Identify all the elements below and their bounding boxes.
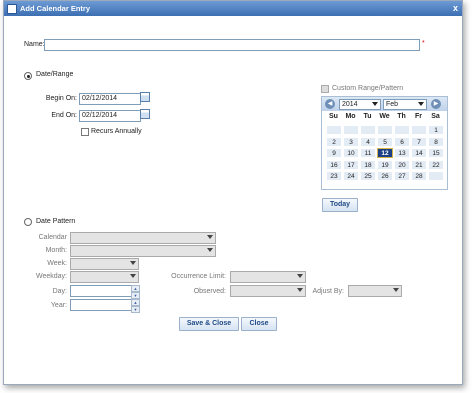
add-calendar-entry-dialog: Add Calendar Entry x Name: * Date/Range … bbox=[3, 0, 463, 385]
calendar-day[interactable]: 17 bbox=[343, 159, 359, 170]
close-icon[interactable]: x bbox=[453, 1, 458, 16]
observed-label: Observed: bbox=[193, 288, 226, 295]
date-range-radio[interactable] bbox=[24, 72, 32, 80]
calendar-day[interactable]: 8 bbox=[428, 136, 444, 147]
year-spinner[interactable]: ▲ ▼ bbox=[131, 299, 140, 313]
observed-select[interactable] bbox=[230, 285, 306, 297]
today-button[interactable]: Today bbox=[322, 198, 358, 212]
calendar-day[interactable]: 9 bbox=[326, 148, 342, 159]
date-picker-calendar: ◀ 2014 Feb ▶ Su Mo Tu We Th Fr Sa 1 2 3 4 5 6 7 8 9 10 1… bbox=[321, 96, 448, 190]
recurs-annually-checkbox[interactable] bbox=[81, 128, 89, 136]
calendar-day[interactable]: 18 bbox=[360, 159, 376, 170]
weekday-header: Th bbox=[397, 113, 406, 120]
calendar-day bbox=[343, 125, 359, 135]
year-label: Year: bbox=[50, 302, 67, 309]
end-on-input[interactable]: 02/12/2014 bbox=[79, 110, 141, 122]
spin-down-icon[interactable]: ▼ bbox=[131, 306, 140, 313]
calendar-day[interactable]: 27 bbox=[394, 171, 410, 182]
weekday-header: Tu bbox=[363, 113, 372, 120]
end-on-label: End On: bbox=[51, 112, 77, 119]
calendar-day[interactable]: 25 bbox=[360, 171, 376, 182]
calendar-day[interactable]: 6 bbox=[394, 136, 410, 147]
weekday-label: Weekday: bbox=[36, 273, 67, 280]
calendar-day[interactable]: 13 bbox=[394, 148, 410, 159]
calendar-day[interactable]: 23 bbox=[326, 171, 342, 182]
month-pattern-select[interactable] bbox=[70, 245, 216, 257]
calendar-day[interactable]: 11 bbox=[360, 148, 376, 159]
prev-month-icon[interactable]: ◀ bbox=[325, 99, 335, 109]
required-mark: * bbox=[422, 40, 425, 47]
calendar-day[interactable]: 3 bbox=[343, 136, 359, 147]
date-range-label: Date/Range bbox=[36, 71, 74, 78]
calendar-day[interactable]: 2 bbox=[326, 136, 342, 147]
weekday-header: Su bbox=[329, 113, 338, 120]
weekday-header: Sa bbox=[431, 113, 440, 120]
calendar-day[interactable]: 28 bbox=[411, 171, 427, 182]
year-select[interactable]: 2014 bbox=[339, 99, 381, 110]
year-value: 2014 bbox=[342, 101, 358, 108]
calendar-picker-icon[interactable] bbox=[140, 92, 150, 102]
calendar-day[interactable]: 15 bbox=[428, 148, 444, 159]
calendar-day[interactable]: 14 bbox=[411, 148, 427, 159]
custom-range-label: Custom Range/Pattern bbox=[332, 85, 404, 92]
calendar-day[interactable]: 19 bbox=[377, 159, 393, 170]
spin-up-icon[interactable]: ▲ bbox=[131, 285, 140, 292]
calendar-day bbox=[428, 171, 444, 182]
calendar-day bbox=[394, 125, 410, 135]
calendar-day[interactable]: 20 bbox=[394, 159, 410, 170]
calendar-day bbox=[411, 125, 427, 135]
calendar-day[interactable]: 26 bbox=[377, 171, 393, 182]
dialog-title: Add Calendar Entry bbox=[20, 4, 91, 13]
begin-on-input[interactable]: 02/12/2014 bbox=[79, 93, 141, 105]
weekday-select[interactable] bbox=[70, 271, 139, 283]
occurrence-limit-select[interactable] bbox=[230, 271, 306, 283]
date-pattern-radio[interactable] bbox=[24, 218, 32, 226]
spin-up-icon[interactable]: ▲ bbox=[131, 299, 140, 306]
weekday-header: Mo bbox=[345, 113, 356, 120]
calendar-day[interactable]: 4 bbox=[360, 136, 376, 147]
recurs-annually-label: Recurs Annually bbox=[91, 128, 142, 135]
weekday-header: Fr bbox=[415, 113, 422, 120]
name-label: Name: bbox=[24, 41, 45, 48]
calendar-day-selected[interactable]: 12 bbox=[377, 148, 393, 159]
month-label: Month: bbox=[45, 247, 67, 254]
adjust-by-label: Adjust By: bbox=[312, 288, 344, 295]
name-input[interactable] bbox=[44, 39, 420, 51]
weekday-header: We bbox=[379, 113, 390, 120]
calendar-select[interactable] bbox=[70, 232, 216, 244]
month-select[interactable]: Feb bbox=[383, 99, 427, 110]
week-select[interactable] bbox=[70, 258, 139, 270]
day-label: Day: bbox=[52, 288, 67, 295]
calendar-day bbox=[377, 125, 393, 135]
week-label: Week: bbox=[47, 260, 67, 267]
calendar-day[interactable]: 10 bbox=[343, 148, 359, 159]
calendar-day[interactable]: 5 bbox=[377, 136, 393, 147]
day-spinner[interactable]: ▲ ▼ bbox=[131, 285, 140, 299]
month-value: Feb bbox=[386, 101, 399, 108]
calendar-day bbox=[360, 125, 376, 135]
calendar-day[interactable]: 24 bbox=[343, 171, 359, 182]
date-pattern-label: Date Pattern bbox=[36, 218, 76, 225]
occurrence-limit-label: Occurrence Limit: bbox=[171, 273, 226, 280]
calendar-header: ◀ 2014 Feb ▶ bbox=[322, 97, 447, 111]
next-month-icon[interactable]: ▶ bbox=[431, 99, 441, 109]
save-close-button[interactable]: Save & Close bbox=[179, 317, 239, 331]
calendar-day[interactable]: 22 bbox=[428, 159, 444, 170]
close-button[interactable]: Close bbox=[241, 317, 277, 331]
calendar-day bbox=[326, 125, 342, 135]
calendar-day[interactable]: 16 bbox=[326, 159, 342, 170]
spin-down-icon[interactable]: ▼ bbox=[131, 292, 140, 299]
custom-range-checkbox[interactable] bbox=[321, 85, 329, 93]
calendar-day[interactable]: 7 bbox=[411, 136, 427, 147]
year-input[interactable] bbox=[70, 299, 132, 311]
dialog-titlebar[interactable]: Add Calendar Entry x bbox=[4, 1, 462, 16]
calendar-icon bbox=[7, 4, 17, 14]
adjust-by-select[interactable] bbox=[348, 285, 402, 297]
calendar-day[interactable]: 1 bbox=[428, 125, 444, 135]
calendar-label: Calendar bbox=[38, 234, 67, 241]
day-input[interactable] bbox=[70, 285, 132, 297]
calendar-picker-icon[interactable] bbox=[140, 109, 150, 119]
calendar-day[interactable]: 21 bbox=[411, 159, 427, 170]
begin-on-label: Begin On: bbox=[45, 95, 77, 102]
